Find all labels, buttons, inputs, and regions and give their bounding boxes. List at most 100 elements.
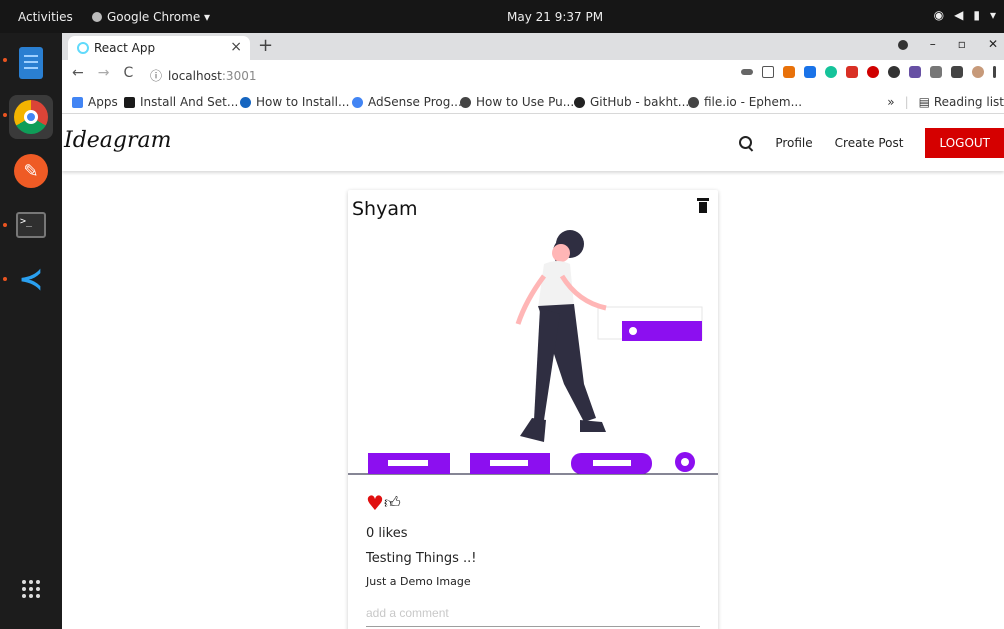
brand-logo[interactable]: Ideagram bbox=[64, 128, 172, 153]
app-grid-icon[interactable] bbox=[22, 580, 40, 598]
reading-list-icon: ▤ bbox=[918, 95, 931, 109]
dock-chrome[interactable] bbox=[9, 95, 53, 139]
dock: ✎ >_ ≺ bbox=[0, 33, 62, 629]
bookmark-item[interactable]: How to Install... bbox=[240, 95, 349, 109]
tab-strip: React App × + – ▫ ✕ bbox=[62, 33, 1004, 60]
system-tray[interactable]: ◉ ◀︎ ▮ ▾ bbox=[934, 8, 996, 22]
bookmark-label: GitHub - bakht... bbox=[590, 95, 690, 109]
dock-vscode[interactable]: ≺ bbox=[9, 257, 53, 301]
bookmark-favicon-icon bbox=[124, 96, 135, 108]
minimize-button[interactable]: – bbox=[930, 37, 936, 51]
bookmark-item[interactable]: Install And Set... bbox=[124, 95, 238, 109]
reading-list-button[interactable]: ▤ Reading list bbox=[919, 95, 1004, 109]
close-window-button[interactable]: ✕ bbox=[988, 37, 998, 51]
extensions-area bbox=[741, 66, 996, 78]
bookmark-label: How to Install... bbox=[256, 95, 350, 109]
post-actions: ♥ 👍︎ bbox=[366, 491, 401, 515]
toolbar: ← → C ⓘ localhost:3001 bbox=[62, 60, 1004, 89]
clock[interactable]: May 21 9:37 PM bbox=[507, 10, 603, 24]
separator: | bbox=[904, 95, 909, 109]
bookmark-label: How to Use Pu... bbox=[476, 95, 575, 109]
site-info-icon[interactable]: ⓘ bbox=[150, 69, 162, 83]
logout-button[interactable]: LOGOUT bbox=[925, 128, 1004, 158]
menu-icon[interactable] bbox=[993, 66, 996, 78]
nav-links: Profile Create Post LOGOUT bbox=[739, 128, 1004, 158]
heart-icon[interactable]: ♥ bbox=[366, 491, 384, 515]
chrome-small-icon bbox=[92, 12, 102, 22]
page-content: Ideagram Profile Create Post LOGOUT Shya… bbox=[62, 114, 1004, 629]
comment-input[interactable] bbox=[366, 599, 700, 627]
postman-icon: ✎ bbox=[14, 154, 48, 188]
profile-link[interactable]: Profile bbox=[775, 136, 812, 150]
bookmark-item[interactable]: How to Use Pu... bbox=[460, 95, 574, 109]
extension-icon[interactable] bbox=[804, 66, 816, 78]
bookmark-item[interactable]: file.io - Ephem... bbox=[688, 95, 802, 109]
dock-terminal[interactable]: >_ bbox=[9, 203, 53, 247]
opera-icon[interactable] bbox=[867, 66, 879, 78]
extension-icon[interactable] bbox=[888, 66, 900, 78]
create-post-link[interactable]: Create Post bbox=[835, 136, 904, 150]
delete-icon[interactable] bbox=[697, 198, 709, 213]
wifi-icon: ◉ bbox=[933, 8, 945, 22]
dock-postman[interactable]: ✎ bbox=[9, 149, 53, 193]
bookmark-label: AdSense Prog... bbox=[368, 95, 462, 109]
url-port: :3001 bbox=[221, 69, 257, 83]
recording-icon[interactable] bbox=[897, 40, 908, 50]
power-menu-icon: ▾ bbox=[989, 8, 996, 22]
url-host: localhost bbox=[168, 69, 222, 83]
thumbs-up-icon[interactable]: 👍︎ bbox=[384, 493, 401, 513]
grammarly-icon[interactable] bbox=[825, 66, 837, 78]
key-icon[interactable] bbox=[741, 69, 753, 75]
star-icon[interactable] bbox=[762, 66, 774, 78]
bookmarks-bar: Apps Install And Set... How to Install..… bbox=[62, 89, 1004, 114]
bookmark-label: file.io - Ephem... bbox=[704, 95, 803, 109]
forward-icon[interactable]: → bbox=[98, 65, 110, 81]
github-icon bbox=[574, 96, 585, 108]
post-card: Shyam ♥ 👍︎ 0 likes Testing Things ..! Ju… bbox=[348, 190, 718, 629]
tab-title: React App bbox=[94, 41, 156, 55]
bookmarks-overflow-icon[interactable]: » bbox=[887, 95, 894, 109]
bookmark-item[interactable]: AdSense Prog... bbox=[352, 95, 462, 109]
tab-react-app[interactable]: React App × bbox=[68, 36, 250, 60]
extension-icon[interactable] bbox=[846, 66, 858, 78]
dock-files[interactable] bbox=[9, 41, 53, 85]
app-menu-label: Google Chrome ▾ bbox=[107, 10, 211, 24]
post-body: Just a Demo Image bbox=[366, 575, 471, 588]
reload-icon[interactable]: C bbox=[123, 65, 133, 81]
extension-icon[interactable] bbox=[909, 66, 921, 78]
extension-icon[interactable] bbox=[930, 66, 942, 78]
likes-count: 0 likes bbox=[366, 526, 408, 541]
window-controls: – ▫ ✕ bbox=[897, 37, 998, 51]
activities-button[interactable]: Activities bbox=[18, 10, 73, 24]
puzzle-icon[interactable] bbox=[951, 66, 963, 78]
chrome-icon bbox=[14, 100, 48, 134]
running-indicator bbox=[3, 277, 7, 281]
extension-icon[interactable] bbox=[783, 66, 795, 78]
avatar[interactable] bbox=[972, 66, 984, 78]
bookmark-label: Install And Set... bbox=[140, 95, 239, 109]
vscode-icon: ≺ bbox=[18, 261, 44, 297]
files-icon bbox=[19, 47, 43, 79]
post-title: Testing Things ..! bbox=[366, 551, 477, 566]
apps-grid-icon bbox=[72, 96, 83, 108]
system-top-bar: Activities Google Chrome ▾ May 21 9:37 P… bbox=[0, 0, 1004, 33]
running-indicator bbox=[3, 58, 7, 62]
post-author[interactable]: Shyam bbox=[352, 198, 418, 220]
terminal-icon: >_ bbox=[16, 212, 46, 238]
maximize-button[interactable]: ▫ bbox=[958, 37, 966, 51]
app-menu[interactable]: Google Chrome ▾ bbox=[92, 10, 210, 24]
volume-icon: ◀︎ bbox=[954, 8, 964, 22]
bookmark-item[interactable]: GitHub - bakht... bbox=[574, 95, 689, 109]
globe-icon bbox=[688, 96, 699, 108]
post-image bbox=[348, 230, 718, 475]
tab-close-icon[interactable]: × bbox=[230, 39, 242, 55]
new-tab-button[interactable]: + bbox=[258, 35, 273, 56]
running-indicator bbox=[3, 223, 7, 227]
bookmark-item[interactable]: Apps bbox=[72, 95, 118, 109]
battery-icon: ▮ bbox=[973, 8, 980, 22]
search-icon[interactable] bbox=[739, 136, 753, 150]
back-icon[interactable]: ← bbox=[72, 65, 84, 81]
google-icon bbox=[352, 96, 363, 108]
bookmark-label: Apps bbox=[88, 95, 118, 109]
reading-list-label: Reading list bbox=[933, 95, 1004, 109]
